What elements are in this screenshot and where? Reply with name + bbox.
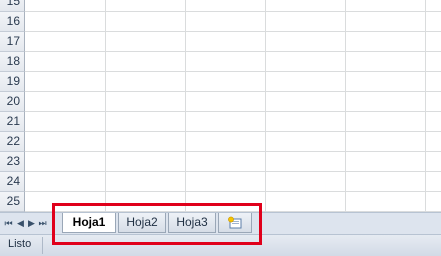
next-sheet-icon[interactable]: ▶ <box>26 217 37 229</box>
table-row: 19 <box>0 72 441 92</box>
row-header[interactable]: 24 <box>0 172 25 192</box>
row-header[interactable]: 17 <box>0 32 25 52</box>
first-sheet-icon[interactable]: ⏮ <box>3 217 14 229</box>
row-header[interactable]: 15 <box>0 0 25 12</box>
table-row: 18 <box>0 52 441 72</box>
row-header[interactable]: 19 <box>0 72 25 92</box>
table-row: 24 <box>0 172 441 192</box>
table-row: 15 <box>0 0 441 12</box>
last-sheet-icon[interactable]: ⏭ <box>37 217 48 229</box>
table-row: 20 <box>0 92 441 112</box>
row-header[interactable]: 25 <box>0 192 25 212</box>
highlight-box <box>52 203 262 245</box>
spreadsheet-grid[interactable]: 15 16 17 18 19 20 21 22 23 24 25 <box>0 0 441 212</box>
previous-sheet-icon[interactable]: ◀ <box>15 217 26 229</box>
row-header[interactable]: 16 <box>0 12 25 32</box>
row-header[interactable]: 23 <box>0 152 25 172</box>
status-text: Listo <box>8 238 32 250</box>
table-row: 23 <box>0 152 441 172</box>
row-header[interactable]: 22 <box>0 132 25 152</box>
row-header[interactable]: 18 <box>0 52 25 72</box>
table-row: 21 <box>0 112 441 132</box>
table-row: 22 <box>0 132 441 152</box>
status-divider <box>42 237 43 254</box>
row-header[interactable]: 20 <box>0 92 25 112</box>
row-header[interactable]: 21 <box>0 112 25 132</box>
table-row: 17 <box>0 32 441 52</box>
table-row: 16 <box>0 12 441 32</box>
